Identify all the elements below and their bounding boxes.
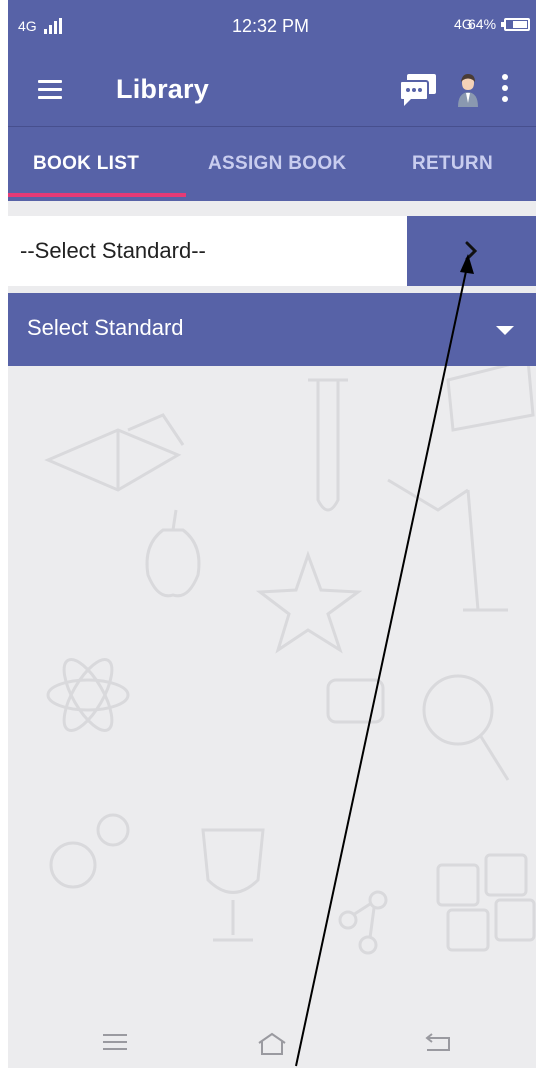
standard-selector-row: --Select Standard-- — [8, 216, 536, 286]
caret-down-icon — [496, 326, 514, 335]
menu-lines-icon[interactable] — [102, 1032, 128, 1052]
standard-select-field[interactable]: --Select Standard-- — [8, 216, 407, 286]
phone-screen: 4G 12:32 PM 4G 64% Library BOOK LIST ASS… — [8, 0, 536, 1068]
app-bar: Library — [8, 56, 536, 127]
signal-label: 4G — [18, 18, 37, 34]
status-bar: 4G 12:32 PM 4G 64% — [8, 0, 536, 56]
home-icon[interactable] — [256, 1032, 288, 1056]
tab-return[interactable]: RETURN — [412, 153, 493, 175]
select-standard-dropdown[interactable]: Select Standard — [8, 293, 536, 366]
battery-percentage: 64% — [468, 16, 497, 32]
back-icon[interactable] — [424, 1032, 452, 1054]
battery-icon — [501, 18, 530, 31]
more-vertical-icon[interactable] — [501, 74, 509, 104]
status-time: 12:32 PM — [232, 16, 310, 36]
signal-indicator: 4G — [18, 18, 64, 34]
chat-icon[interactable] — [398, 72, 438, 108]
menu-icon[interactable] — [38, 80, 62, 100]
user-avatar-icon[interactable] — [457, 73, 479, 109]
tab-book-list[interactable]: BOOK LIST — [33, 153, 139, 175]
dropdown-label: Select Standard — [27, 315, 184, 340]
active-tab-indicator — [8, 193, 186, 197]
signal-bars-icon — [43, 18, 64, 34]
system-nav-bar — [8, 1010, 536, 1068]
tab-bar: BOOK LIST ASSIGN BOOK RETURN — [8, 127, 536, 201]
tab-assign-book[interactable]: ASSIGN BOOK — [208, 153, 346, 175]
standard-go-button[interactable] — [407, 216, 536, 286]
chevron-right-icon — [465, 241, 478, 261]
page-title: Library — [116, 74, 209, 104]
